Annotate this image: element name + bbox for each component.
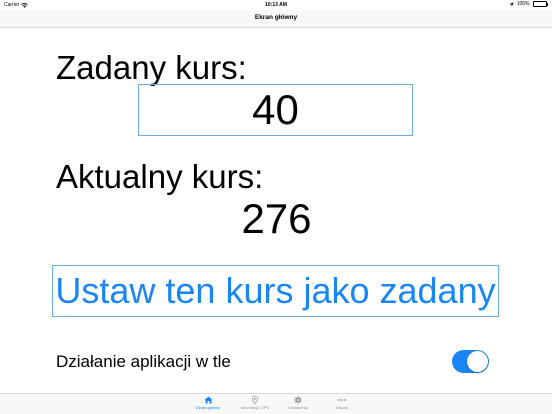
set-course-value: 40 — [252, 86, 299, 133]
toggle-knob — [467, 351, 488, 372]
background-mode-toggle[interactable] — [452, 350, 489, 373]
background-mode-label: Działanie aplikacji w tle — [56, 352, 231, 371]
screen: Carrier 10:13 AM 100% Ekran główny Zadan… — [0, 0, 552, 414]
battery-percent: 100% — [516, 1, 530, 7]
current-course-label: Aktualny kurs: — [56, 158, 264, 195]
gear-icon — [278, 396, 318, 404]
tab-gps-info[interactable]: Informacje GPS — [235, 395, 275, 414]
page-title: Ekran główny — [254, 14, 298, 21]
home-icon — [188, 396, 228, 404]
set-course-label: Zadany kurs: — [56, 49, 247, 86]
set-course-button-label: Ustaw ten kurs jako zadany — [55, 270, 496, 311]
set-course-input[interactable]: 40 — [138, 84, 413, 136]
tab-gps-info-label: Informacje GPS — [240, 405, 270, 410]
battery-icon — [532, 1, 548, 7]
tab-more[interactable]: Więcej — [322, 395, 362, 414]
status-right: 100% — [508, 1, 548, 7]
tab-settings[interactable]: Ustawienia — [278, 395, 318, 414]
tab-settings-label: Ustawienia — [288, 405, 308, 410]
tab-main-screen[interactable]: Ekran główny — [188, 395, 228, 414]
tab-main-screen-label: Ekran główny — [195, 405, 220, 410]
set-course-button[interactable]: Ustaw ten kurs jako zadany — [52, 265, 499, 317]
tab-more-label: Więcej — [335, 405, 348, 410]
map-pin-icon — [235, 396, 275, 404]
current-course-value: 276 — [241, 195, 312, 242]
status-bar: Carrier 10:13 AM 100% — [0, 0, 552, 10]
navigation-bar: Ekran główny — [0, 10, 552, 28]
more-icon — [322, 396, 362, 404]
location-icon — [508, 1, 514, 7]
status-time: 10:13 AM — [265, 2, 287, 8]
tab-bar: Ekran główny Informacje GPS Ustawienia W… — [0, 393, 552, 414]
